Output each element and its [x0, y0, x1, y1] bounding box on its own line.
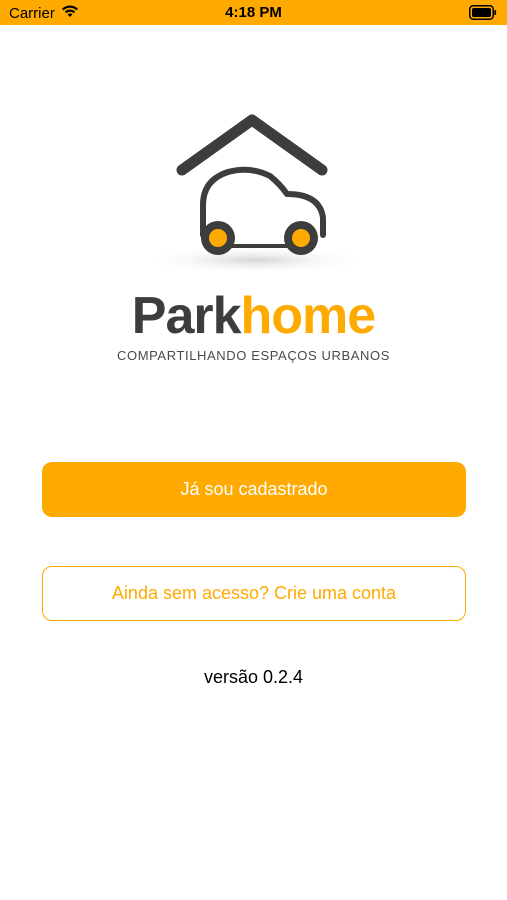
welcome-screen: Carrier 4:18 PM Parkhome COMPARTILHANDO …	[0, 0, 507, 900]
brand-wordmark: Parkhome	[0, 288, 507, 344]
battery-icon	[469, 5, 497, 20]
version-label: versão 0.2.4	[203, 667, 304, 687]
signup-button[interactable]: Ainda sem acesso? Crie uma conta	[42, 566, 466, 621]
brand-park: Park	[131, 287, 242, 345]
status-time: 4:18 PM	[225, 4, 282, 21]
house-car-icon	[130, 110, 380, 290]
brand-home: home	[240, 287, 377, 345]
status-bar: Carrier 4:18 PM	[0, 0, 507, 25]
brand-tagline: COMPARTILHANDO ESPAÇOS URBANOS	[117, 348, 390, 363]
app-logo: Parkhome COMPARTILHANDO ESPAÇOS URBANOS	[0, 100, 507, 380]
login-button[interactable]: Já sou cadastrado	[42, 462, 466, 517]
